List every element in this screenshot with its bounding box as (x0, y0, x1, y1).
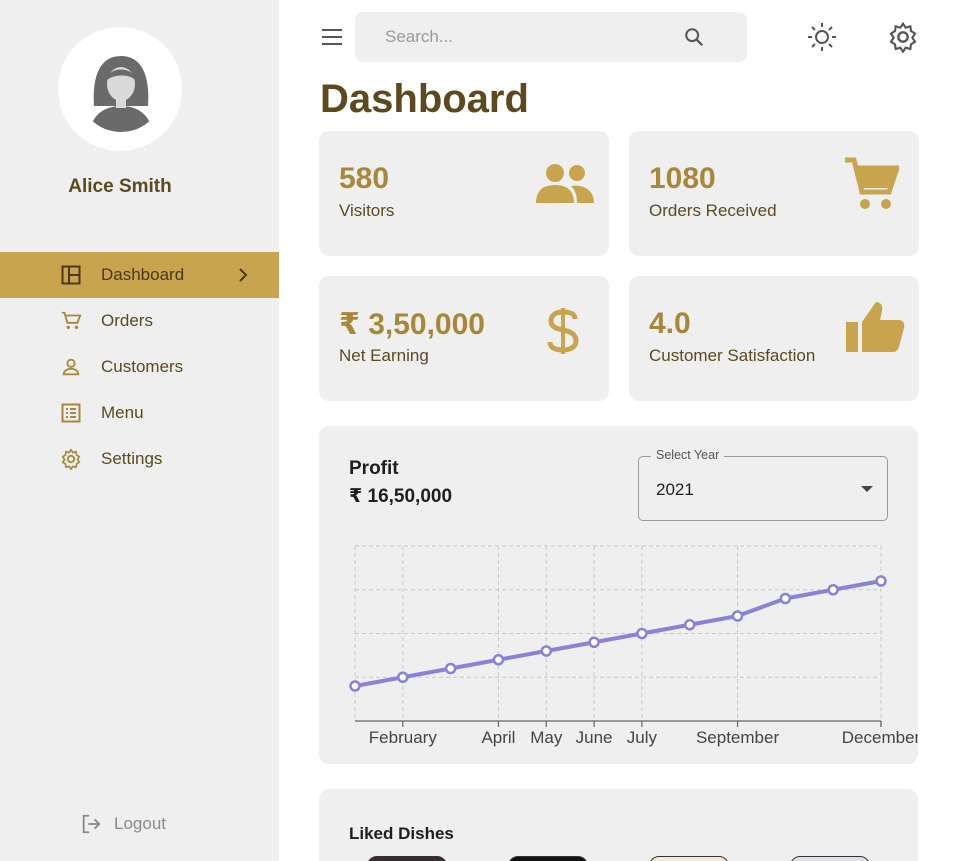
dish-thumbnail[interactable] (508, 856, 588, 861)
liked-dishes-title: Liked Dishes (349, 824, 454, 843)
avatar[interactable] (78, 46, 164, 132)
dish-thumbnail[interactable] (790, 856, 870, 861)
cart-icon (845, 157, 899, 209)
people-icon (536, 164, 594, 203)
data-point (540, 645, 553, 657)
stat-value: 1080 (649, 162, 716, 195)
sidebar-nav: Dashboard Orders Customers Menu Settings (0, 252, 279, 482)
profit-line-chart: February April May June July September Decembe… (349, 545, 918, 747)
chevron-right-icon (239, 268, 248, 282)
thumbs-up-icon (846, 302, 905, 352)
hamburger-menu-icon[interactable] (320, 26, 344, 48)
user-name: Alice Smith (68, 176, 172, 197)
stat-card-visitors[interactable]: 580 Visitors (319, 131, 609, 256)
data-point (588, 636, 600, 648)
x-tick-label: May (530, 728, 563, 747)
data-point (731, 610, 744, 622)
x-tick-label: April (481, 728, 515, 747)
stat-value: 580 (339, 162, 390, 195)
data-point (444, 662, 457, 675)
sidebar-item-label: Customers (101, 357, 184, 376)
gear-icon (60, 448, 82, 470)
stat-value: ₹ 3,50,000 (339, 308, 485, 341)
stat-card-net-earning[interactable]: ₹ 3,50,000 Net Earning (319, 276, 609, 401)
stat-label: Net Earning (339, 346, 429, 365)
logout-icon (80, 813, 102, 835)
x-tick-label: February (369, 728, 438, 747)
data-point (397, 671, 409, 683)
logout-label: Logout (114, 814, 166, 833)
x-tick-label: September (696, 728, 779, 747)
dish-thumbnail[interactable] (367, 856, 447, 861)
profit-panel: Profit ₹ 16,50,000 Select Year 2021 Febr… (319, 426, 918, 764)
settings-gear-icon[interactable] (887, 21, 919, 54)
person-icon (60, 356, 82, 378)
logout-button[interactable]: Logout (80, 813, 166, 835)
sidebar: Alice Smith Dashboard Orders Customers M… (0, 0, 279, 861)
stat-label: Orders Received (649, 201, 777, 220)
data-point (683, 619, 696, 631)
stat-card-orders[interactable]: 1080 Orders Received (629, 131, 919, 256)
x-tick-label: July (627, 728, 658, 747)
data-point (779, 592, 792, 605)
sidebar-item-settings[interactable]: Settings (0, 436, 279, 482)
sidebar-item-menu[interactable]: Menu (0, 390, 279, 436)
data-point (636, 627, 648, 640)
dollar-icon (547, 308, 579, 354)
data-point (492, 654, 505, 666)
liked-dishes-panel: Liked Dishes (319, 789, 918, 861)
x-tick-label: December (842, 728, 918, 747)
sidebar-item-label: Menu (101, 403, 144, 422)
page-title: Dashboard (320, 77, 529, 121)
search-bar (355, 12, 747, 62)
dashboard-icon (60, 264, 82, 286)
sidebar-item-dashboard[interactable]: Dashboard (0, 252, 279, 298)
dish-thumbnail[interactable] (649, 856, 729, 861)
stat-card-customer-satisfaction[interactable]: 4.0 Customer Satisfaction (629, 276, 919, 401)
stat-value: 4.0 (649, 307, 691, 340)
sidebar-item-label: Settings (101, 449, 163, 468)
sidebar-item-label: Dashboard (101, 265, 185, 284)
stat-label: Visitors (339, 201, 395, 220)
x-tick-label: June (576, 728, 613, 747)
data-point (349, 680, 361, 692)
sidebar-item-label: Orders (101, 311, 153, 330)
data-point (875, 575, 887, 587)
stat-label: Customer Satisfaction (649, 346, 816, 365)
search-icon[interactable] (683, 26, 705, 48)
sidebar-item-customers[interactable]: Customers (0, 344, 279, 390)
search-input[interactable] (355, 27, 675, 47)
list-icon (60, 402, 82, 424)
sun-icon[interactable] (806, 21, 838, 53)
sidebar-item-orders[interactable]: Orders (0, 298, 279, 344)
cart-icon (60, 310, 82, 332)
data-point (827, 584, 839, 596)
